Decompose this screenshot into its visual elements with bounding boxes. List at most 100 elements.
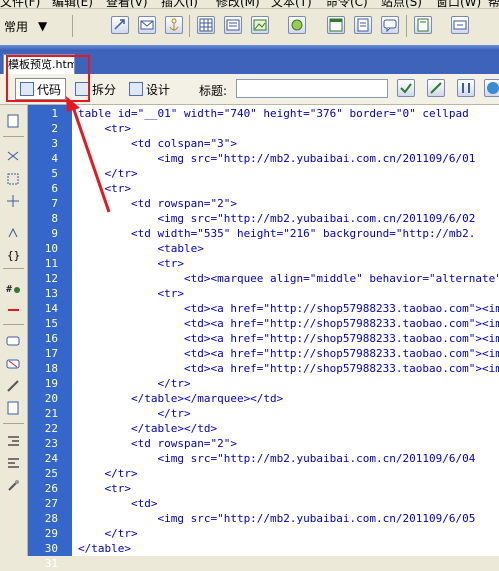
line-number: 19 bbox=[44, 377, 58, 390]
split-view-label: 拆分 bbox=[92, 82, 117, 97]
div-icon[interactable] bbox=[224, 16, 242, 34]
apply-comment-icon[interactable] bbox=[6, 335, 21, 349]
remove-comment-icon[interactable] bbox=[6, 358, 21, 372]
code-line[interactable]: <img src="http://mb2.yubaibai.com.cn/201… bbox=[78, 151, 475, 166]
menu-insert[interactable]: 插入(I) bbox=[161, 0, 198, 8]
code-line[interactable]: <td width="535" height="216" background=… bbox=[78, 226, 475, 241]
code-line[interactable]: <td> bbox=[78, 496, 158, 511]
line-number: 30 bbox=[44, 542, 58, 555]
line-number: 27 bbox=[44, 497, 58, 510]
template-icon[interactable] bbox=[414, 16, 432, 34]
menu-file[interactable]: 文件(F) bbox=[0, 0, 40, 8]
code-line[interactable]: <table> bbox=[78, 241, 203, 256]
tag-chooser-icon[interactable] bbox=[451, 16, 469, 34]
title-input[interactable] bbox=[236, 79, 388, 98]
line-number: 3 bbox=[51, 137, 58, 150]
code-line[interactable]: <img src="http://mb2.yubaibai.com.cn/201… bbox=[78, 511, 475, 526]
code-line[interactable]: <td><a href="http://shop57988233.taobao.… bbox=[78, 361, 499, 376]
menu-text[interactable]: 文本(T) bbox=[271, 0, 312, 8]
code-editor[interactable]: table id="__01" width="740" height="376"… bbox=[72, 105, 499, 556]
line-number: 13 bbox=[44, 287, 58, 300]
line-number: 24 bbox=[44, 452, 58, 465]
code-line[interactable]: </tr> bbox=[78, 166, 137, 181]
validate-markup-icon[interactable] bbox=[397, 79, 415, 97]
outdent-code-icon[interactable] bbox=[6, 456, 21, 470]
code-line[interactable]: <td rowspan="2"> bbox=[78, 196, 237, 211]
toolbar-separator bbox=[72, 15, 73, 37]
menu-window[interactable]: 窗口(W) bbox=[436, 0, 481, 8]
file-management-icon[interactable] bbox=[427, 79, 445, 97]
code-line[interactable]: <img src="http://mb2.yubaibai.com.cn/201… bbox=[78, 451, 475, 466]
balance-braces-icon[interactable]: {} bbox=[6, 248, 21, 262]
code-line[interactable]: <tr> bbox=[78, 481, 131, 496]
menu-site[interactable]: 站点(S) bbox=[381, 0, 422, 8]
select-parent-tag-icon[interactable] bbox=[6, 226, 21, 240]
line-number: 4 bbox=[51, 152, 58, 165]
svg-text:{}: {} bbox=[7, 249, 20, 262]
date-icon[interactable] bbox=[327, 16, 345, 34]
code-line[interactable]: <tr> bbox=[78, 286, 184, 301]
preview-in-browser-icon[interactable] bbox=[484, 79, 499, 97]
recent-snippets-icon[interactable] bbox=[6, 401, 21, 415]
menu-help[interactable]: 帮 bbox=[488, 0, 499, 8]
menu-modify[interactable]: 修改(M) bbox=[216, 0, 260, 8]
line-number: 26 bbox=[44, 482, 58, 495]
line-number-gutter: 1 2 3 4 5 6 7 8 9 10 11 12 13 14 15 16 17 18 19 20 21 22 23 24 2… bbox=[28, 105, 72, 570]
server-include-icon[interactable] bbox=[354, 16, 372, 34]
code-line[interactable]: </tr> bbox=[78, 406, 190, 421]
email-link-icon[interactable] bbox=[138, 16, 156, 34]
collapse-tag-icon[interactable] bbox=[6, 149, 21, 163]
code-line[interactable]: <tr> bbox=[78, 181, 131, 196]
category-select[interactable]: 常用 ▼ bbox=[4, 15, 62, 37]
code-line[interactable]: <td rowspan="2"> bbox=[78, 436, 237, 451]
line-number: 15 bbox=[44, 317, 58, 330]
line-number: 31 bbox=[44, 557, 58, 570]
code-line[interactable]: table id="__01" width="740" height="376"… bbox=[78, 106, 469, 121]
hyperlink-icon[interactable] bbox=[111, 16, 129, 34]
line-number: 17 bbox=[44, 347, 58, 360]
media-icon[interactable] bbox=[288, 16, 306, 34]
line-numbers-icon[interactable]: # bbox=[6, 281, 21, 295]
menu-commands[interactable]: 命令(C) bbox=[326, 0, 368, 8]
indent-code-icon[interactable] bbox=[6, 434, 21, 448]
format-source-code-icon[interactable] bbox=[6, 478, 21, 492]
code-line[interactable]: <td colspan="3"> bbox=[78, 136, 237, 151]
design-view-icon bbox=[129, 82, 143, 96]
code-line[interactable]: <td><a href="http://shop57988233.taobao.… bbox=[78, 301, 499, 316]
code-line[interactable]: </table> bbox=[78, 541, 131, 556]
line-number: 11 bbox=[44, 257, 58, 270]
code-line[interactable]: <img src="http://mb2.yubaibai.com.cn/201… bbox=[78, 211, 475, 226]
code-line[interactable]: <td><marquee align="middle" behavior="al… bbox=[78, 271, 499, 286]
expand-all-icon[interactable] bbox=[6, 194, 21, 208]
code-line[interactable]: </table></td> bbox=[78, 421, 217, 436]
comment-icon[interactable] bbox=[381, 16, 399, 34]
code-line[interactable]: <tr> bbox=[78, 121, 131, 136]
design-view-button[interactable]: 设计 bbox=[124, 78, 175, 100]
open-documents-icon[interactable] bbox=[6, 114, 21, 128]
line-number: 28 bbox=[44, 512, 58, 525]
code-line[interactable]: </tr> bbox=[78, 526, 137, 541]
toolbar-separator bbox=[3, 136, 24, 137]
code-line[interactable]: <td><a href="http://shop57988233.taobao.… bbox=[78, 346, 499, 361]
menu-edit[interactable]: 编辑(E) bbox=[52, 0, 93, 8]
image-icon[interactable] bbox=[251, 16, 269, 34]
title-label: 标题: bbox=[199, 84, 228, 98]
code-line[interactable]: </table></marquee></td> bbox=[78, 391, 283, 406]
collapse-selection-icon[interactable] bbox=[6, 172, 21, 186]
code-line[interactable]: <td><a href="http://shop57988233.taobao.… bbox=[78, 316, 499, 331]
refresh-icon[interactable] bbox=[457, 79, 475, 97]
line-number: 8 bbox=[51, 212, 58, 225]
menu-view[interactable]: 查看(V) bbox=[106, 0, 148, 8]
wrap-tag-icon[interactable] bbox=[6, 379, 21, 393]
line-number: 2 bbox=[51, 122, 58, 135]
code-line[interactable]: <tr> bbox=[78, 256, 184, 271]
code-line[interactable]: </tr> bbox=[78, 466, 137, 481]
table-icon[interactable] bbox=[197, 16, 215, 34]
code-line[interactable]: <td><a href="http://shop57988233.taobao.… bbox=[78, 331, 499, 346]
line-number: 1 bbox=[51, 107, 58, 120]
line-number: 18 bbox=[44, 362, 58, 375]
code-line[interactable]: </tr> bbox=[78, 376, 190, 391]
line-number: 10 bbox=[44, 242, 58, 255]
named-anchor-icon[interactable] bbox=[165, 16, 183, 34]
highlight-invalid-code-icon[interactable] bbox=[6, 303, 21, 317]
